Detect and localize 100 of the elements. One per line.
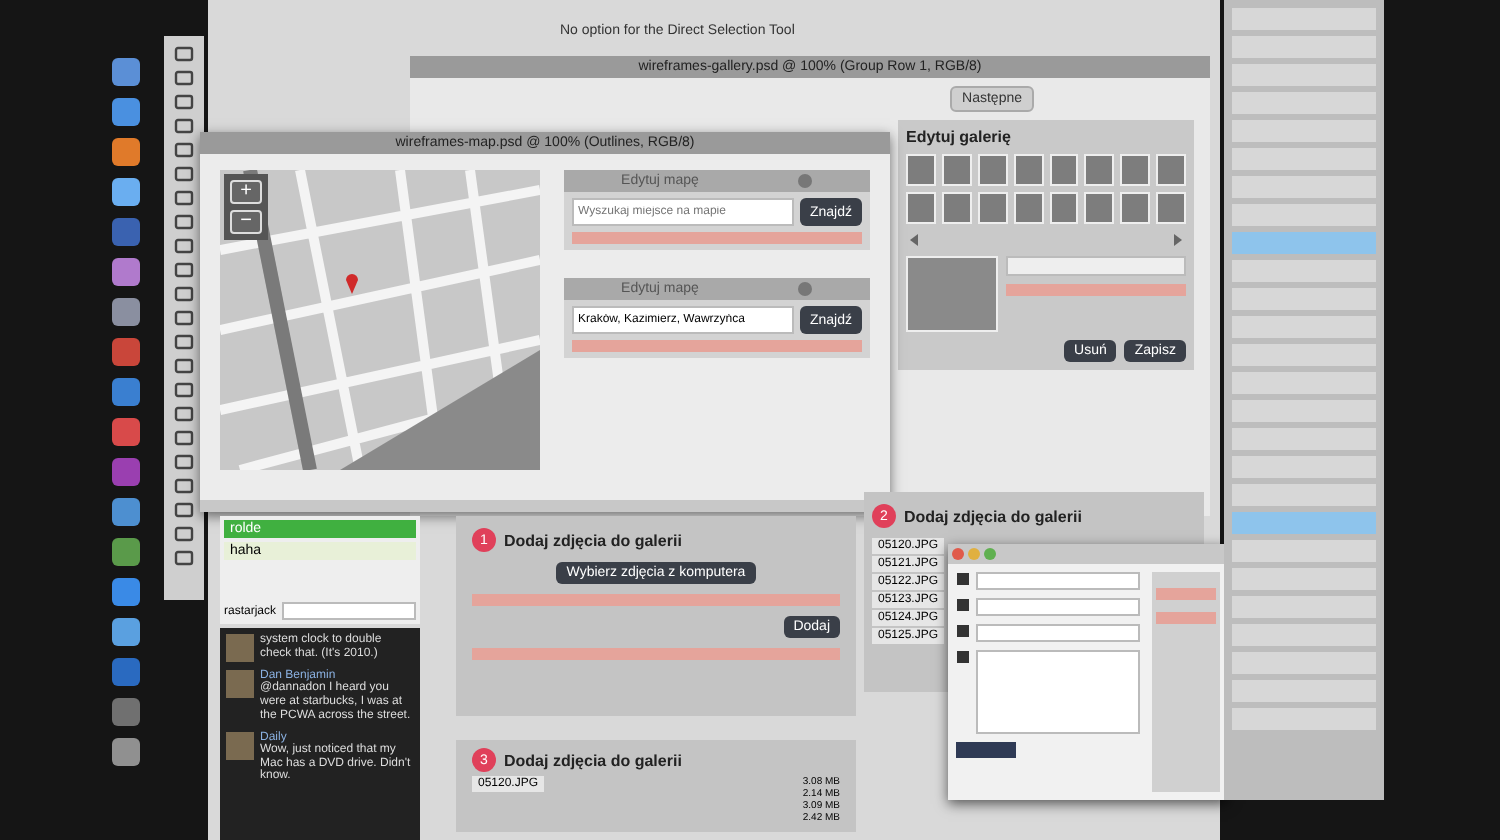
checkbox-icon: [956, 650, 970, 664]
input-field[interactable]: [1006, 256, 1186, 276]
panel-title: Edytuj galerię: [906, 128, 1013, 146]
text-area[interactable]: [976, 650, 1140, 734]
tool-icon: [172, 380, 196, 400]
layer-row[interactable]: [1232, 372, 1376, 394]
layer-row[interactable]: [1232, 148, 1376, 170]
app-icon: [110, 696, 142, 728]
map-pin-icon: [344, 270, 360, 294]
thumbnail[interactable]: [1049, 192, 1079, 224]
tool-icon: [172, 500, 196, 520]
thumbnail[interactable]: [941, 154, 972, 186]
layer-row[interactable]: [1232, 680, 1376, 702]
layer-row[interactable]: [1232, 708, 1376, 730]
app-icon: [110, 416, 142, 448]
layer-row[interactable]: [1232, 652, 1376, 674]
tool-icon: [172, 404, 196, 424]
input-field[interactable]: [976, 572, 1140, 590]
error-bar: [1156, 612, 1216, 624]
layer-row[interactable]: [1232, 120, 1376, 142]
layer-row[interactable]: [1232, 316, 1376, 338]
app-icon: [110, 296, 142, 328]
thumbnail[interactable]: [906, 192, 936, 224]
avatar-placeholder: [226, 731, 254, 760]
input-field[interactable]: [976, 598, 1140, 616]
checkbox-icon: [956, 598, 970, 612]
app-icon: [110, 496, 142, 528]
tool-icon: [172, 548, 196, 568]
tool-icon: [172, 476, 196, 496]
thumbnail[interactable]: [1156, 154, 1186, 186]
layer-row[interactable]: [1232, 428, 1376, 450]
thumbnail[interactable]: [1049, 154, 1079, 186]
thumbnail[interactable]: [1156, 192, 1186, 224]
message-field[interactable]: [282, 602, 416, 620]
layer-row[interactable]: [1232, 512, 1376, 534]
panel-title: Dodaj zdjęcia do galerii: [504, 531, 682, 549]
layer-row[interactable]: [1232, 484, 1376, 506]
layer-row[interactable]: [1232, 456, 1376, 478]
tool-icon: [172, 44, 196, 64]
tool-icon: [172, 188, 196, 208]
layer-row[interactable]: [1232, 400, 1376, 422]
app-icon: [110, 576, 142, 608]
app-icon: [110, 536, 142, 568]
arrow-right-icon: [1170, 232, 1186, 248]
close-icon: [798, 282, 813, 296]
layer-row[interactable]: [1232, 596, 1376, 618]
layer-row[interactable]: [1232, 624, 1376, 646]
tool-icon: [172, 284, 196, 304]
tool-icon: [172, 452, 196, 472]
layer-row[interactable]: [1232, 176, 1376, 198]
app-icon: [110, 176, 142, 208]
panel-title: Dodaj zdjęcia do galerii: [504, 751, 682, 769]
thumbnail[interactable]: [1120, 192, 1151, 224]
layer-row[interactable]: [1232, 8, 1376, 30]
tool-icon: [172, 236, 196, 256]
thumbnail[interactable]: [977, 192, 1008, 224]
thumbnail[interactable]: [1084, 154, 1115, 186]
tool-icon: [172, 524, 196, 544]
panel-title: Dodaj zdjęcia do galerii: [904, 507, 1082, 525]
photo-placeholder: [906, 256, 998, 332]
app-icon: [110, 656, 142, 688]
save-button[interactable]: [956, 742, 1016, 758]
checkbox-icon: [956, 572, 970, 586]
thumbnail[interactable]: [1120, 154, 1151, 186]
app-icon: [110, 616, 142, 648]
input-field[interactable]: [976, 624, 1140, 642]
thumbnail[interactable]: [1084, 192, 1115, 224]
avatar-placeholder: [226, 670, 254, 698]
layer-row[interactable]: [1232, 232, 1376, 254]
layer-row[interactable]: [1232, 344, 1376, 366]
close-icon: [798, 174, 813, 188]
tool-icon: [172, 140, 196, 160]
tool-icon: [172, 116, 196, 136]
layer-row[interactable]: [1232, 260, 1376, 282]
layer-row[interactable]: [1232, 36, 1376, 58]
tool-icon: [172, 356, 196, 376]
app-icon: [110, 256, 142, 288]
tool-icon: [172, 332, 196, 352]
app-icon: [110, 96, 142, 128]
avatar-placeholder: [226, 634, 254, 662]
layer-row[interactable]: [1232, 568, 1376, 590]
zoom-out-button[interactable]: −: [230, 210, 262, 234]
thumbnail[interactable]: [1013, 154, 1043, 186]
thumbnail[interactable]: [941, 192, 972, 224]
app-icon: [110, 216, 142, 248]
tool-icon: [172, 428, 196, 448]
app-icon: [110, 56, 142, 88]
app-icon: [110, 376, 142, 408]
zoom-in-button[interactable]: +: [230, 180, 262, 204]
layer-row[interactable]: [1232, 64, 1376, 86]
layer-row[interactable]: [1232, 288, 1376, 310]
layer-row[interactable]: [1232, 540, 1376, 562]
thumbnail[interactable]: [977, 154, 1008, 186]
app-icon: [110, 136, 142, 168]
layer-row[interactable]: [1232, 204, 1376, 226]
thumbnail[interactable]: [1013, 192, 1043, 224]
app-icon: [110, 456, 142, 488]
layer-row[interactable]: [1232, 92, 1376, 114]
thumbnail[interactable]: [906, 154, 936, 186]
tool-icon: [172, 68, 196, 88]
